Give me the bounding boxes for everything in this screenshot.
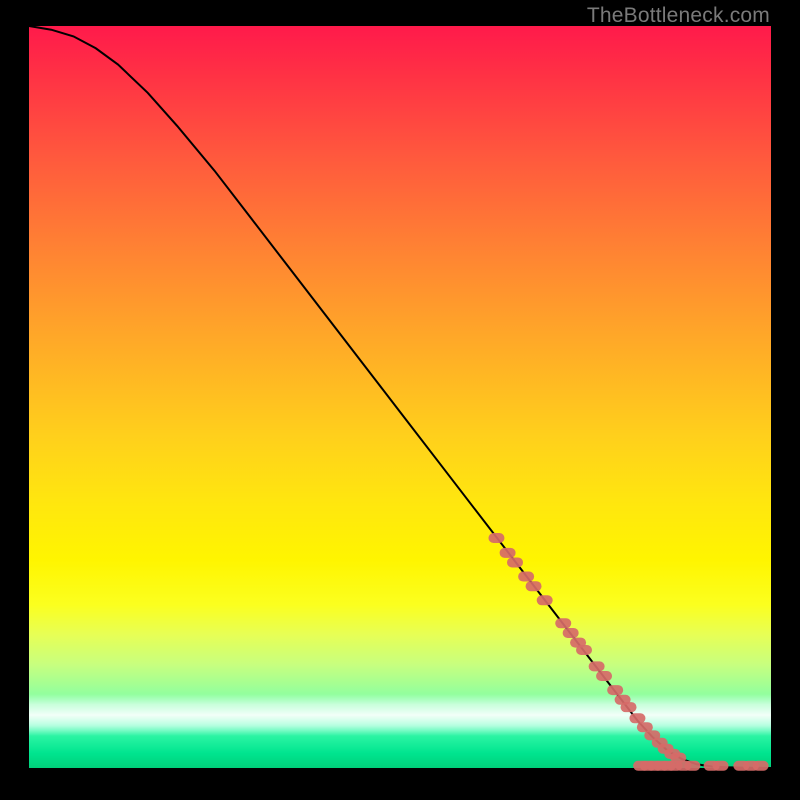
- data-marker: [555, 618, 571, 628]
- data-marker: [563, 628, 579, 638]
- data-marker: [684, 761, 700, 771]
- data-marker: [596, 671, 612, 681]
- data-marker: [589, 661, 605, 671]
- data-marker: [537, 595, 553, 605]
- data-marker: [713, 761, 729, 771]
- watermark-text: TheBottleneck.com: [587, 4, 770, 28]
- data-marker: [607, 685, 623, 695]
- data-marker: [753, 761, 769, 771]
- chart-plot: [29, 26, 771, 768]
- data-marker: [526, 581, 542, 591]
- data-marker: [629, 713, 645, 723]
- curve-line: [29, 26, 771, 768]
- data-marker: [488, 533, 504, 543]
- data-marker: [576, 645, 592, 655]
- data-marker: [507, 557, 523, 567]
- data-marker: [518, 572, 534, 582]
- data-marker: [621, 702, 637, 712]
- data-marker: [500, 548, 516, 558]
